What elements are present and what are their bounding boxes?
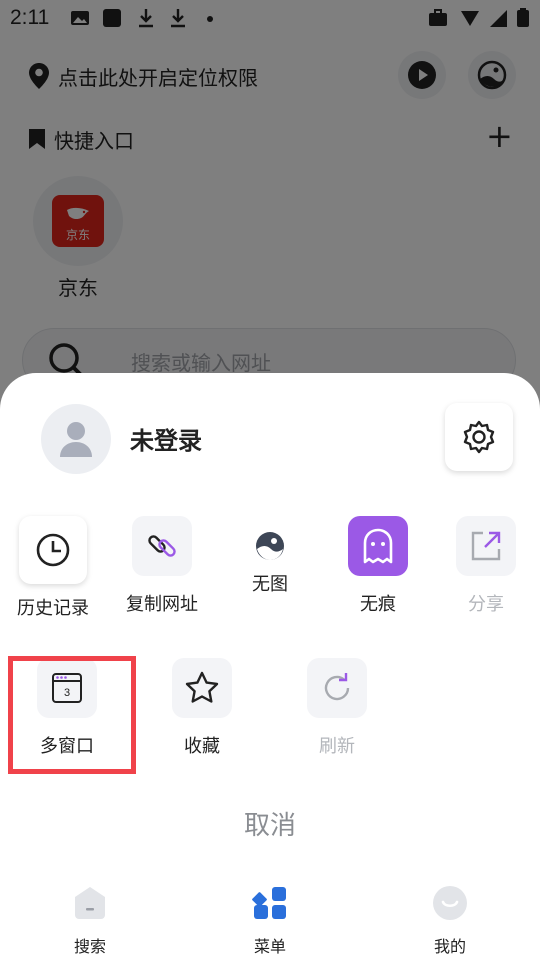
menu-bottom-sheet: 未登录 历史记录 复制网址 无图 无痕 分享 3 多窗口 收藏 刷新 取消 搜索… [0, 373, 540, 960]
share-label: 分享 [468, 594, 504, 615]
settings-button[interactable] [445, 403, 513, 471]
link-icon [148, 535, 176, 557]
share-button[interactable]: 分享 [431, 516, 540, 616]
share-icon-box [456, 516, 516, 576]
nav-menu[interactable]: 菜单 [220, 885, 320, 957]
no-image-icon-box [240, 516, 300, 576]
nav-search-label: 搜索 [73, 937, 106, 956]
ghost-icon [363, 528, 393, 564]
nav-profile[interactable]: 我的 [400, 885, 500, 957]
user-avatar-icon [60, 422, 92, 457]
no-image-icon [256, 532, 284, 560]
gear-icon [463, 420, 495, 454]
refresh-icon [324, 673, 350, 701]
nav-menu-label: 菜单 [253, 937, 286, 956]
history-label: 历史记录 [17, 598, 89, 619]
nav-profile-label: 我的 [433, 937, 466, 956]
bottom-navigation: 搜索 菜单 我的 [0, 879, 540, 960]
copy-url-label: 复制网址 [126, 594, 198, 615]
favorite-icon-box [172, 658, 232, 718]
home-icon [75, 887, 105, 919]
no-image-label: 无图 [252, 574, 288, 595]
incognito-button[interactable]: 无痕 [323, 516, 433, 616]
copy-url-button[interactable]: 复制网址 [107, 516, 217, 616]
avatar[interactable] [41, 404, 111, 474]
favorite-button[interactable]: 收藏 [147, 658, 257, 758]
menu-grid-icon [252, 887, 286, 919]
refresh-button[interactable]: 刷新 [282, 658, 392, 758]
refresh-label: 刷新 [319, 736, 355, 757]
clock-icon [36, 533, 70, 567]
incognito-label: 无痕 [360, 594, 396, 615]
cancel-button[interactable]: 取消 [0, 805, 540, 842]
incognito-icon-box [348, 516, 408, 576]
login-status-text[interactable]: 未登录 [130, 421, 202, 456]
no-image-button[interactable]: 无图 [215, 516, 325, 596]
history-button[interactable]: 历史记录 [0, 516, 108, 620]
profile-face-icon [433, 886, 467, 920]
nav-search[interactable]: 搜索 [40, 885, 140, 957]
favorite-label: 收藏 [184, 736, 220, 757]
history-icon-box [19, 516, 87, 584]
share-icon [471, 531, 501, 561]
star-icon [185, 671, 219, 703]
highlight-box [8, 656, 136, 774]
copy-url-icon-box [132, 516, 192, 576]
refresh-icon-box [307, 658, 367, 718]
